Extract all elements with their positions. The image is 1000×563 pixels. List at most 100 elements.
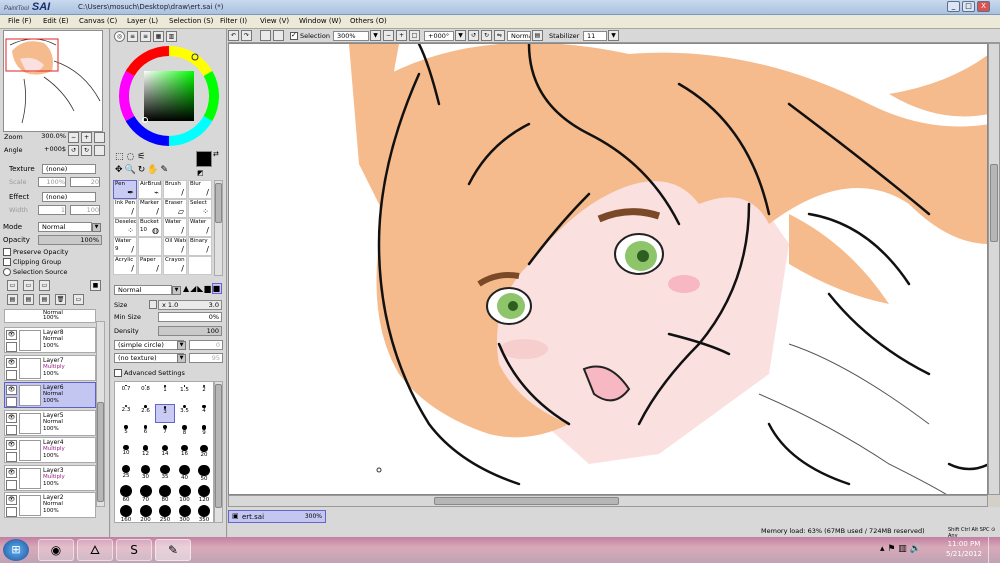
skype-icon[interactable]: S bbox=[116, 539, 152, 561]
lock-icon[interactable] bbox=[6, 369, 17, 380]
eye-icon[interactable]: 👁 bbox=[6, 412, 17, 423]
tool-empty[interactable] bbox=[138, 237, 162, 256]
advanced-settings-checkbox[interactable] bbox=[114, 369, 122, 377]
canvas-vertical-scrollbar[interactable] bbox=[988, 43, 1000, 495]
delete-layer-icon[interactable]: 🗑 bbox=[55, 294, 66, 305]
brush-size-option[interactable]: 9 bbox=[194, 424, 214, 443]
menu-window[interactable]: Window (W) bbox=[299, 17, 341, 25]
effect-dropdown[interactable]: (none) bbox=[42, 192, 96, 202]
brush-size-option[interactable]: 2 bbox=[194, 384, 214, 403]
color-wheel[interactable] bbox=[117, 44, 221, 148]
maximize-button[interactable]: □ bbox=[962, 1, 975, 12]
invert-selection-icon[interactable] bbox=[273, 30, 284, 41]
menu-filter[interactable]: Filter (I) bbox=[220, 17, 247, 25]
redo-icon[interactable]: ↷ bbox=[241, 30, 252, 41]
transfer-down-icon[interactable]: ▤ bbox=[23, 294, 34, 305]
flip-icon[interactable]: ⇋ bbox=[494, 30, 505, 41]
density-slider[interactable]: 100 bbox=[158, 326, 222, 336]
brush-size-option[interactable]: 12 bbox=[136, 444, 156, 463]
menu-layer[interactable]: Layer (L) bbox=[127, 17, 158, 25]
size-multiplier-button[interactable] bbox=[149, 300, 157, 309]
mode-dropdown-arrow[interactable]: ▼ bbox=[92, 223, 101, 232]
brush-size-option[interactable]: 160 bbox=[116, 504, 136, 523]
rotate-ccw-icon[interactable]: ↺ bbox=[468, 30, 479, 41]
size-grid-scroll-thumb[interactable] bbox=[215, 384, 222, 508]
color-wheel-tab-icon[interactable]: ◎ bbox=[114, 31, 125, 42]
tool-acrylic[interactable]: Acrylic / bbox=[113, 256, 137, 275]
brush-size-option[interactable]: 10 bbox=[116, 444, 136, 463]
brush-texture-dropdown[interactable]: (no texture) bbox=[114, 353, 184, 363]
zoom-reset-button[interactable] bbox=[94, 132, 105, 143]
tool-oil-wate[interactable]: Oil Wate / bbox=[163, 237, 187, 256]
brush-size-option[interactable]: 80 bbox=[155, 484, 175, 503]
zoom-in-button[interactable]: + bbox=[81, 132, 92, 143]
brush-shape-arrow[interactable]: ▼ bbox=[177, 341, 186, 350]
brush-size-option[interactable]: 60 bbox=[116, 484, 136, 503]
brush-size-option[interactable]: 4 bbox=[194, 404, 214, 423]
selection-tools-icons[interactable]: ⬚◌⚟ bbox=[115, 152, 148, 162]
layer-item[interactable]: 👁 Layer4 Multiply 100% bbox=[4, 437, 96, 463]
show-desktop-button[interactable] bbox=[988, 537, 1000, 563]
new-layer-icon[interactable]: ▭ bbox=[7, 280, 18, 291]
menu-canvas[interactable]: Canvas (C) bbox=[79, 17, 117, 25]
clear-layer-icon[interactable]: ▭ bbox=[73, 294, 84, 305]
layer-item[interactable]: 👁 Layer8 Normal 100% bbox=[4, 327, 96, 353]
swatches-tab-icon[interactable]: ▦ bbox=[153, 31, 164, 42]
tool-marker[interactable]: Marker / bbox=[138, 199, 162, 218]
brush-size-option[interactable]: 1 bbox=[155, 384, 175, 403]
zoom-dropdown-arrow[interactable]: ▼ bbox=[370, 30, 381, 41]
layer-item[interactable]: 👁 Layer5 Normal 100% bbox=[4, 409, 96, 436]
rotate-left-button[interactable]: ↺ bbox=[68, 145, 79, 156]
brush-blend-dropdown[interactable]: Normal bbox=[114, 285, 172, 295]
tool-grid-scroll-thumb[interactable] bbox=[215, 183, 222, 223]
selection-source-radio[interactable] bbox=[3, 268, 11, 276]
opacity-slider[interactable]: 100% bbox=[38, 235, 102, 245]
canvas-vscroll-thumb[interactable] bbox=[990, 164, 998, 242]
tool-brush[interactable]: Brush / bbox=[163, 180, 187, 199]
copy-layer-icon[interactable]: ▤ bbox=[7, 294, 18, 305]
navigator-preview[interactable] bbox=[3, 30, 103, 132]
brush-size-option[interactable]: 2.3 bbox=[116, 404, 136, 423]
tool-select[interactable]: Select ⁘ bbox=[188, 199, 212, 218]
brush-size-option[interactable]: 200 bbox=[136, 504, 156, 523]
start-button[interactable]: ⊞ bbox=[3, 539, 29, 561]
brush-texture-arrow[interactable]: ▼ bbox=[177, 354, 186, 363]
brush-shape-icons[interactable]: ▲◢◣▆■ bbox=[183, 283, 223, 294]
lock-icon[interactable] bbox=[6, 452, 17, 462]
swap-colors-icon[interactable]: ⇄ bbox=[213, 150, 219, 158]
drawing-canvas[interactable] bbox=[228, 43, 988, 495]
deselect-icon[interactable] bbox=[260, 30, 271, 41]
canvas-zoom-out[interactable]: − bbox=[383, 30, 394, 41]
hsv-slider-tab-icon[interactable]: ≡ bbox=[140, 31, 151, 42]
preserve-opacity-checkbox[interactable] bbox=[3, 248, 11, 256]
rotate-reset-button[interactable] bbox=[94, 145, 105, 156]
rotate-right-button[interactable]: ↻ bbox=[81, 145, 92, 156]
chrome-icon[interactable]: ◉ bbox=[38, 539, 74, 561]
brush-blend-arrow[interactable]: ▼ bbox=[172, 286, 181, 295]
layer-mask-icon[interactable]: ■ bbox=[90, 280, 101, 291]
brush-size-option[interactable]: 35 bbox=[155, 464, 175, 483]
eye-icon[interactable]: 👁 bbox=[6, 467, 17, 478]
menu-others[interactable]: Others (O) bbox=[350, 17, 387, 25]
tool-empty[interactable] bbox=[188, 256, 212, 275]
layer-scroll-thumb[interactable] bbox=[97, 402, 104, 502]
menu-selection[interactable]: Selection (S) bbox=[169, 17, 213, 25]
brush-size-option[interactable]: 40 bbox=[175, 464, 195, 483]
rotate-cw-icon[interactable]: ↻ bbox=[481, 30, 492, 41]
brush-size-option[interactable]: 250 bbox=[155, 504, 175, 523]
view-tools-icons[interactable]: ✥🔍↻✋✎ bbox=[115, 165, 170, 175]
brush-size-option[interactable]: 50 bbox=[194, 464, 214, 483]
tool-water[interactable]: Water/ 9 bbox=[113, 237, 137, 256]
tool-grid-scrollbar[interactable] bbox=[214, 180, 223, 276]
tool-binary[interactable]: Binary / bbox=[188, 237, 212, 256]
rgb-slider-tab-icon[interactable]: ≡ bbox=[127, 31, 138, 42]
brush-size-option[interactable]: 8 bbox=[175, 424, 195, 443]
foreground-color[interactable] bbox=[196, 151, 212, 167]
undo-icon[interactable]: ↶ bbox=[228, 30, 239, 41]
brush-size-option[interactable]: 0.8 bbox=[136, 384, 156, 403]
mode-dropdown[interactable]: Normal bbox=[38, 222, 92, 232]
eye-icon[interactable]: 👁 bbox=[6, 330, 17, 340]
minimize-button[interactable]: _ bbox=[947, 1, 960, 12]
eye-icon[interactable]: 👁 bbox=[6, 385, 17, 395]
brush-size-option[interactable]: 120 bbox=[194, 484, 214, 503]
